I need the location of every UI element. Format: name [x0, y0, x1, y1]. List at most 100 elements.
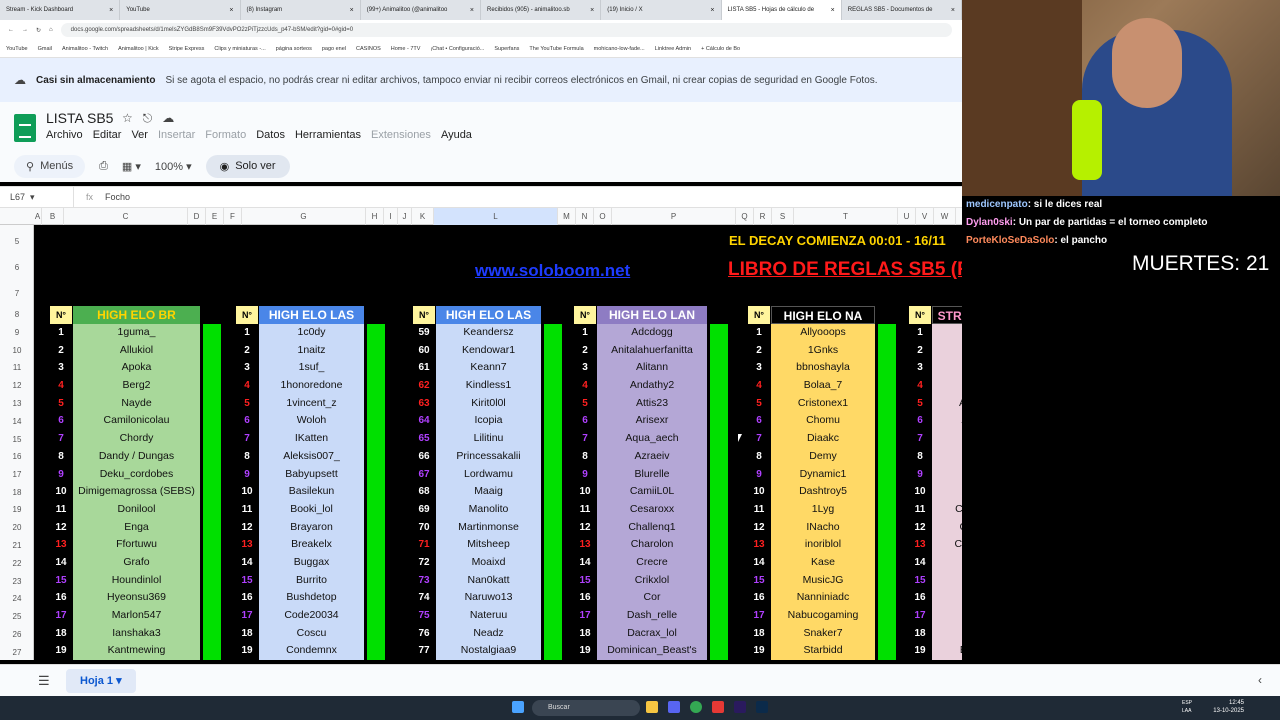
column-header[interactable]: F	[224, 208, 242, 225]
player-name-cell[interactable]: Chatranvk	[932, 553, 962, 572]
player-name-cell[interactable]: INacho	[771, 518, 875, 537]
rank-cell[interactable]: 19	[909, 642, 931, 660]
bookmark-item[interactable]: pago enel	[322, 46, 346, 52]
view-mode-button[interactable]: ◉ Solo ver	[205, 154, 290, 178]
rank-cell[interactable]: 16	[574, 589, 596, 607]
player-name-cell[interactable]: Allyooops	[771, 324, 875, 342]
column-header[interactable]: V	[916, 208, 934, 225]
row-header[interactable]: 12	[0, 381, 34, 390]
player-name-cell[interactable]: 1naitz	[259, 341, 364, 360]
rank-cell[interactable]: 14	[50, 553, 72, 572]
player-name-cell[interactable]: Maaig	[436, 483, 541, 501]
player-name-cell[interactable]: Berg2	[73, 377, 200, 395]
zoom-select[interactable]: 100% ▾	[155, 160, 192, 173]
rank-cell[interactable]: 8	[748, 447, 770, 466]
collapse-arrow-icon[interactable]: ‹	[1258, 673, 1262, 687]
column-header[interactable]: E	[206, 208, 224, 225]
row-header[interactable]: 21	[0, 541, 34, 550]
rank-cell[interactable]: 5	[748, 394, 770, 413]
bookmark-item[interactable]: YouTube	[6, 46, 28, 52]
player-name-cell[interactable]: Dashtroy5	[771, 483, 875, 501]
file-explorer-icon[interactable]	[646, 701, 658, 713]
rank-cell[interactable]: 8	[236, 447, 258, 466]
player-name-cell[interactable]: Eliasconiglio	[932, 642, 962, 660]
url-field[interactable]: docs.google.com/spreadsheets/d/1meIsZYGd…	[60, 23, 952, 37]
language-indicator[interactable]: ESP LAA	[1182, 699, 1192, 715]
column-header[interactable]: S	[772, 208, 794, 225]
player-name-cell[interactable]: Kendowar1	[436, 341, 541, 360]
player-name-cell[interactable]: Agustinitita	[932, 359, 962, 378]
player-name-cell[interactable]: Chomu	[771, 412, 875, 431]
row-header[interactable]: 7	[0, 289, 34, 298]
row-header[interactable]: 16	[0, 452, 34, 461]
player-name-cell[interactable]: Adcdogg	[597, 324, 707, 342]
bookmark-item[interactable]: CASINOS	[356, 46, 381, 52]
rank-cell[interactable]: 6	[50, 412, 72, 431]
player-name-cell[interactable]: Manolito	[436, 500, 541, 519]
website-link[interactable]: www.soloboom.net	[475, 261, 630, 281]
bookmark-item[interactable]: Stripe Express	[169, 46, 205, 52]
taskbar-clock[interactable]: 12:45 13-10-2025	[1213, 699, 1244, 715]
player-name-cell[interactable]: Grafo	[73, 553, 200, 572]
browser-tab[interactable]: LISTA SB5 - Hojas de cálculo de ×	[721, 0, 842, 20]
sheet-grid[interactable]: EL DECAY COMIENZA 00:01 - 16/11 www.solo…	[34, 225, 962, 660]
row-header[interactable]: 9	[0, 328, 34, 337]
rank-cell[interactable]: 12	[50, 518, 72, 537]
bookmark-item[interactable]: ¡Chat • Configuració...	[430, 46, 484, 52]
rank-cell[interactable]: 73	[413, 571, 435, 590]
player-name-cell[interactable]: Aleksis007_	[259, 447, 364, 466]
player-name-cell[interactable]: Crecre	[597, 553, 707, 572]
player-name-cell[interactable]: Kase	[771, 553, 875, 572]
player-name-cell[interactable]: Burrito	[259, 571, 364, 590]
player-name-cell[interactable]: Basilekun	[259, 483, 364, 501]
player-name-cell[interactable]: Lordwamu	[436, 465, 541, 484]
move-icon[interactable]: ⎋	[143, 111, 153, 126]
row-header[interactable]: 13	[0, 399, 34, 408]
player-name-cell[interactable]: Cristonex1	[771, 394, 875, 413]
cloud-status-icon[interactable]: ☁	[162, 111, 174, 126]
player-name-cell[interactable]: Chiarilla	[932, 571, 962, 590]
player-name-cell[interactable]: 1suf_	[259, 359, 364, 378]
column-header[interactable]: L	[434, 208, 558, 225]
menu-herramientas[interactable]: Herramientas	[295, 129, 361, 141]
menu-insertar[interactable]: Insertar	[158, 129, 195, 141]
player-name-cell[interactable]: Camilonicolau	[73, 412, 200, 431]
close-tab-icon[interactable]: ×	[350, 7, 354, 14]
rank-cell[interactable]: 61	[413, 359, 435, 378]
rank-cell[interactable]: 7	[909, 430, 931, 448]
column-header[interactable]: J	[398, 208, 412, 225]
player-name-cell[interactable]: Caresapo	[932, 483, 962, 501]
rank-cell[interactable]: 11	[574, 500, 596, 519]
rank-cell[interactable]: 10	[50, 483, 72, 501]
rank-cell[interactable]: 3	[236, 359, 258, 378]
player-name-cell[interactable]: Bushdetop	[259, 589, 364, 607]
rank-cell[interactable]: 9	[748, 465, 770, 484]
bookmark-item[interactable]: The YouTube Formula	[529, 46, 583, 52]
player-name-cell[interactable]: Ianshaka3	[73, 624, 200, 643]
player-name-cell[interactable]: Hyeonsu369	[73, 589, 200, 607]
row-header[interactable]: 26	[0, 630, 34, 639]
player-name-cell[interactable]: Capitanbooblo	[932, 500, 962, 519]
column-header[interactable]: I	[384, 208, 398, 225]
player-name-cell[interactable]: 1vincent_z	[259, 394, 364, 413]
rank-cell[interactable]: 16	[50, 589, 72, 607]
rank-cell[interactable]: 7	[748, 430, 770, 448]
rank-cell[interactable]: 4	[574, 377, 596, 395]
rank-cell[interactable]: 11	[50, 500, 72, 519]
player-name-cell[interactable]: Naruwo13	[436, 589, 541, 607]
player-name-cell[interactable]: Cufatrufa22	[932, 589, 962, 607]
player-name-cell[interactable]: Amargomate	[932, 394, 962, 413]
column-header[interactable]: Q	[736, 208, 754, 225]
player-name-cell[interactable]: Bolaa_7	[771, 377, 875, 395]
player-name-cell[interactable]: Dacrax_lol	[597, 624, 707, 643]
player-name-cell[interactable]: Nostalgiaa9	[436, 642, 541, 660]
rank-cell[interactable]: 3	[748, 359, 770, 378]
rank-cell[interactable]: 17	[236, 607, 258, 625]
bookmark-item[interactable]: Home - 7TV	[391, 46, 421, 52]
rank-cell[interactable]: 77	[413, 642, 435, 660]
player-name-cell[interactable]: Challenq1	[597, 518, 707, 537]
rank-cell[interactable]: 3	[50, 359, 72, 378]
player-name-cell[interactable]: Nan0katt	[436, 571, 541, 590]
rank-cell[interactable]: 15	[236, 571, 258, 590]
home-icon[interactable]: ⌂	[49, 27, 53, 33]
